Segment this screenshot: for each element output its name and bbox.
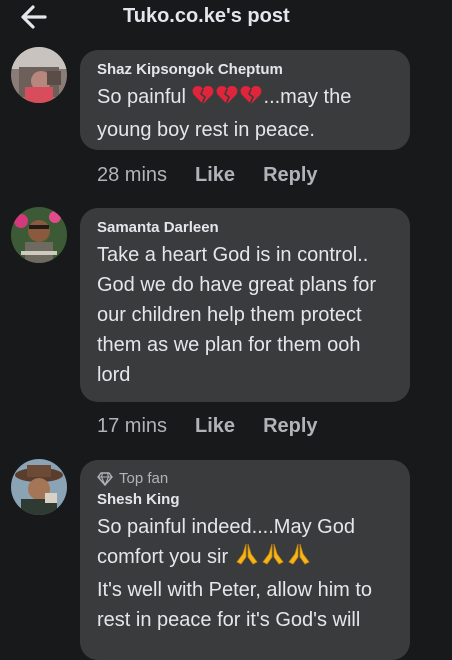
comment-time: 28 mins bbox=[97, 164, 168, 186]
comment-author[interactable]: Shaz Kipsongok Cheptum bbox=[97, 60, 394, 80]
comment-text: Take a heart God is in control.. God we … bbox=[97, 244, 382, 386]
comment-actions: 17 mins Like Reply bbox=[97, 414, 318, 438]
praying-hands-icon bbox=[234, 542, 312, 575]
comment-author[interactable]: Shesh King bbox=[97, 490, 394, 510]
comment-bubble: Top fan Shesh King So painful indeed....… bbox=[80, 460, 410, 660]
avatar[interactable] bbox=[11, 207, 67, 263]
top-fan-badge: Top fan bbox=[97, 470, 394, 488]
comment-author[interactable]: Samanta Darleen bbox=[97, 218, 394, 238]
arrow-left-icon bbox=[21, 5, 47, 29]
broken-heart-icon bbox=[192, 84, 264, 115]
comment-text: So painful indeed....May God comfort you… bbox=[97, 516, 378, 631]
like-button[interactable]: Like bbox=[195, 414, 235, 438]
badge-label: Top fan bbox=[119, 470, 169, 487]
avatar[interactable] bbox=[11, 459, 67, 515]
top-bar: Tuko.co.ke's post bbox=[0, 0, 452, 40]
comment-actions: 28 mins Like Reply bbox=[97, 163, 318, 187]
comment-text: So painful ...may the young boy rest in … bbox=[97, 84, 357, 141]
back-button[interactable] bbox=[20, 4, 48, 30]
page-title: Tuko.co.ke's post bbox=[123, 5, 290, 27]
comment-time: 17 mins bbox=[97, 415, 168, 437]
reply-button[interactable]: Reply bbox=[263, 163, 317, 187]
like-button[interactable]: Like bbox=[195, 163, 235, 187]
reply-button[interactable]: Reply bbox=[263, 414, 317, 438]
diamond-icon bbox=[97, 472, 113, 486]
avatar[interactable] bbox=[11, 47, 67, 103]
comment-bubble: Samanta Darleen Take a heart God is in c… bbox=[80, 208, 410, 402]
comment-bubble: Shaz Kipsongok Cheptum So painful ...may… bbox=[80, 50, 410, 150]
